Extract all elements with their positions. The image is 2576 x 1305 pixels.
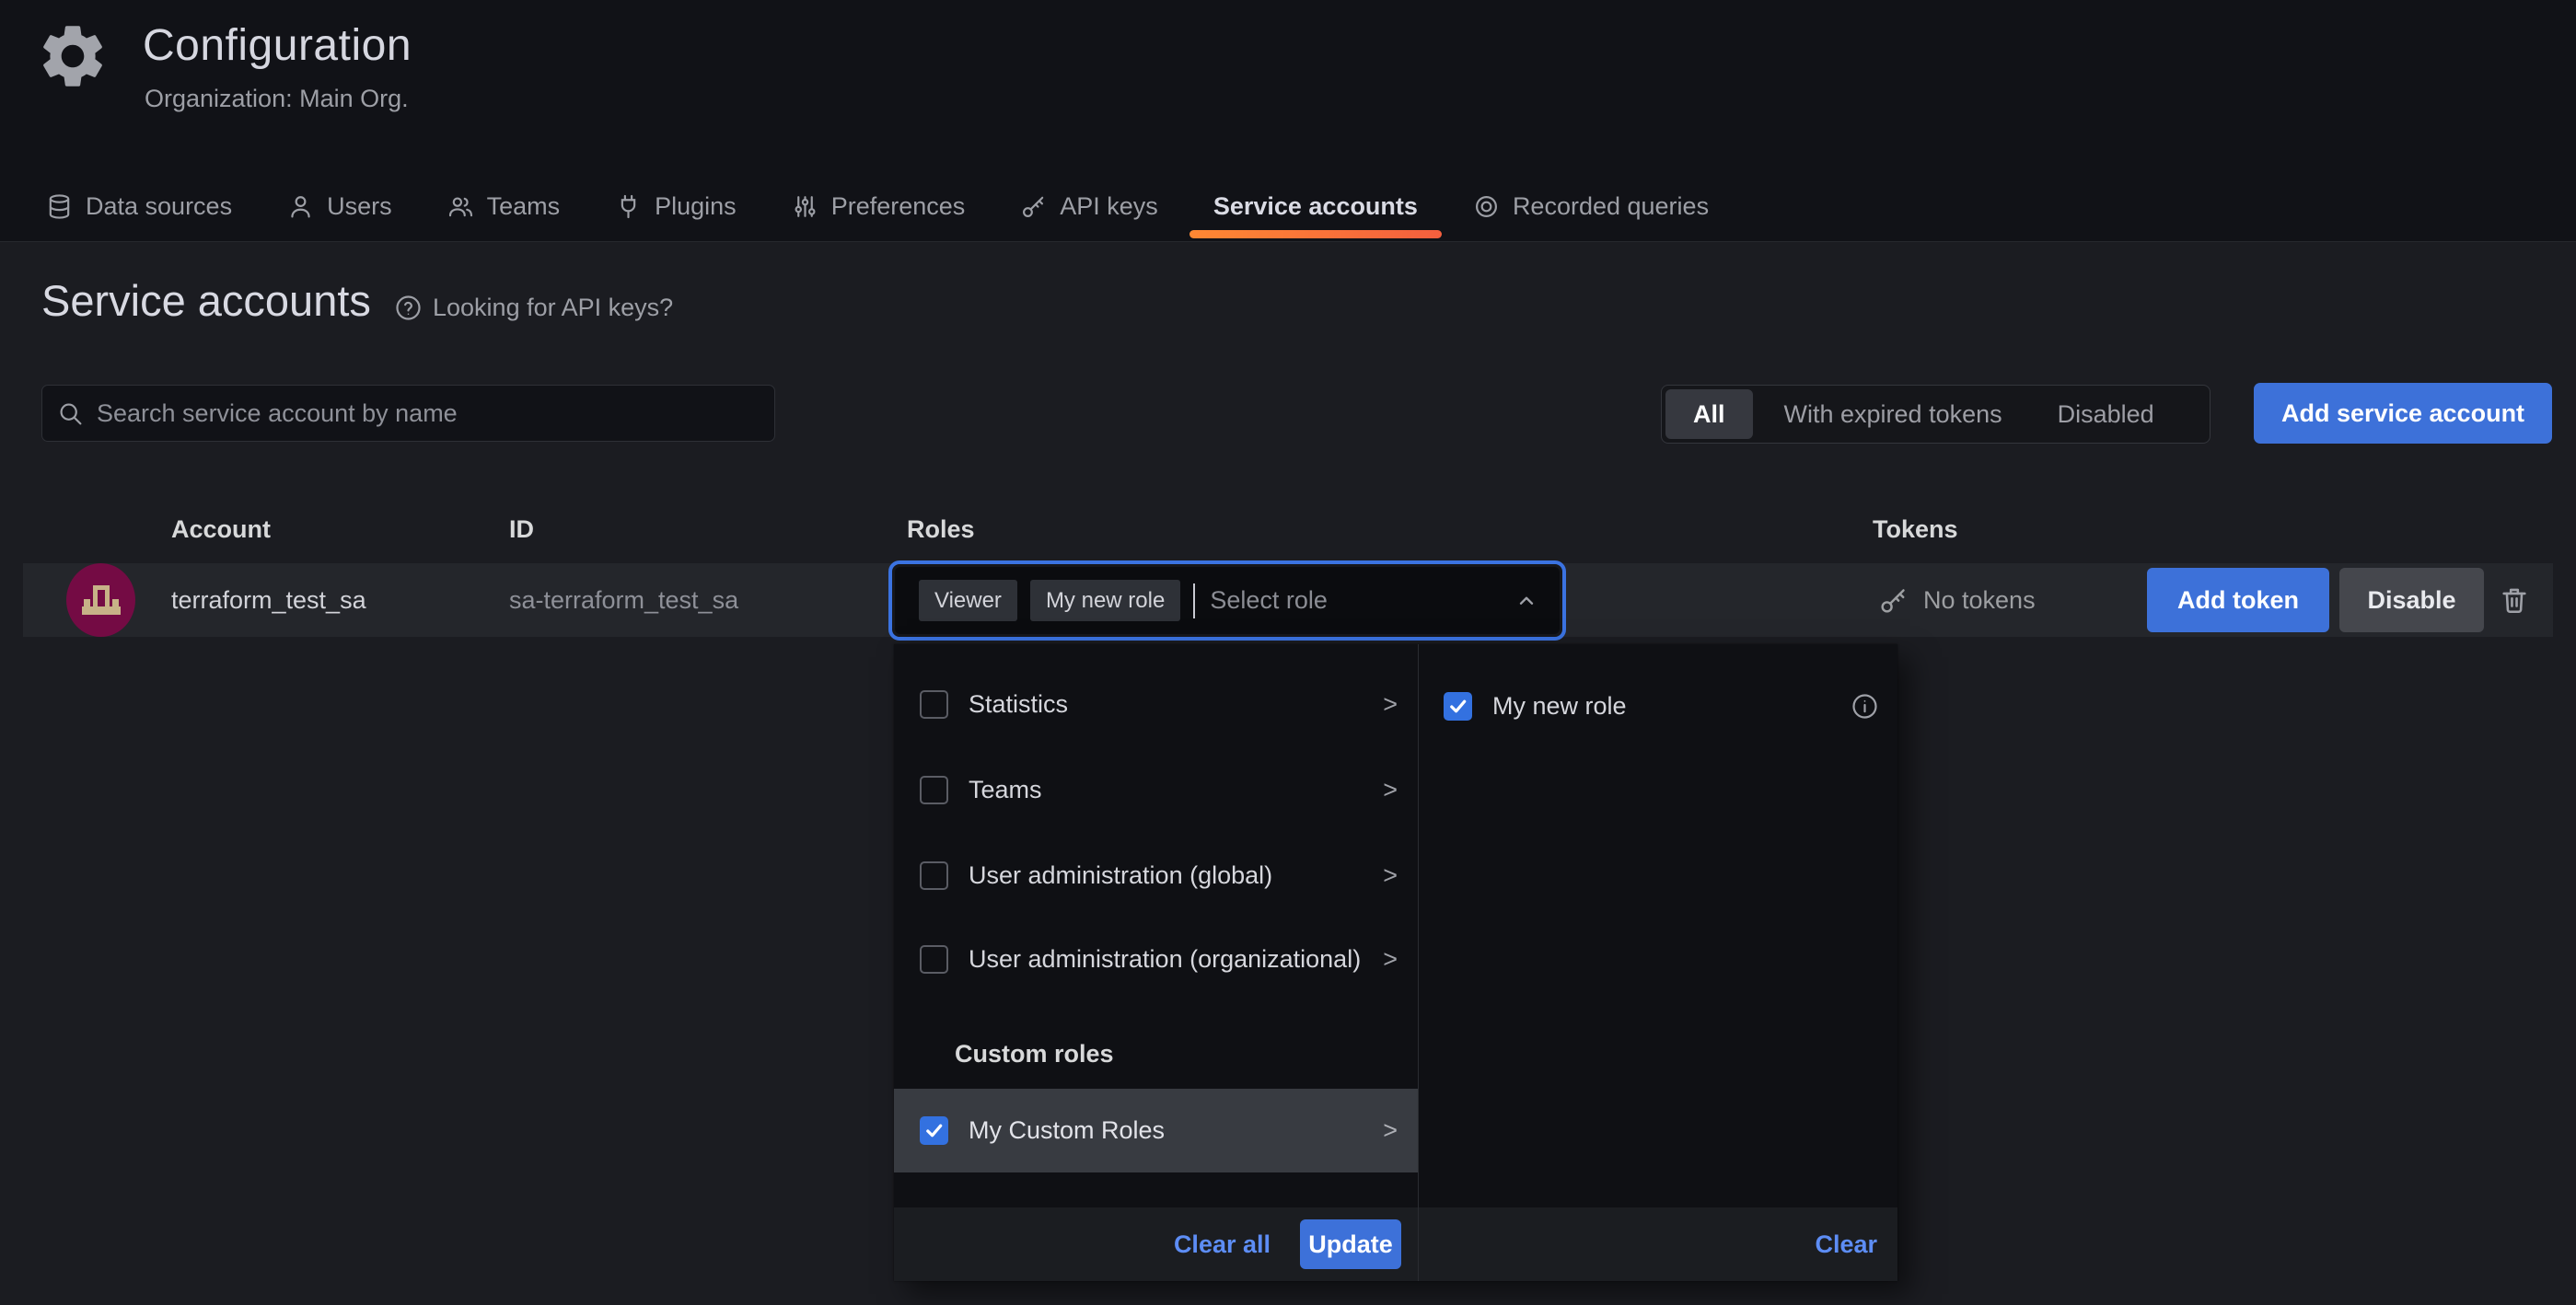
page-subtitle: Organization: Main Org. bbox=[145, 85, 409, 113]
content-area: Service accounts Looking for API keys? A… bbox=[0, 242, 2576, 1305]
chevron-up-icon[interactable] bbox=[1514, 589, 1538, 613]
checkbox-unchecked-icon[interactable] bbox=[920, 690, 948, 719]
menu-item-user-admin-global[interactable]: User administration (global) > bbox=[920, 854, 1398, 896]
tab-service-accounts[interactable]: Service accounts bbox=[1186, 171, 1445, 241]
role-picker-footer: Clear all Update bbox=[894, 1207, 1418, 1281]
grafana-configuration-screen: Configuration Organization: Main Org. Da… bbox=[0, 0, 2576, 1305]
tab-data-sources[interactable]: Data sources bbox=[18, 171, 260, 241]
tokens-status-label: No tokens bbox=[1923, 586, 2036, 615]
search-input[interactable] bbox=[97, 399, 760, 428]
key-icon bbox=[1878, 585, 1909, 616]
key-icon bbox=[1020, 193, 1047, 220]
checkbox-unchecked-icon[interactable] bbox=[920, 945, 948, 974]
role-submenu-pane: My new role Clear bbox=[1419, 644, 1897, 1281]
chevron-right-icon: > bbox=[1383, 776, 1398, 804]
app-header: Configuration Organization: Main Org. Da… bbox=[0, 0, 2576, 242]
tab-teams[interactable]: Teams bbox=[420, 171, 588, 241]
add-token-button[interactable]: Add token bbox=[2147, 568, 2329, 632]
api-keys-help-link[interactable]: Looking for API keys? bbox=[394, 294, 673, 322]
database-icon bbox=[46, 193, 73, 220]
status-filter-group: All With expired tokens Disabled bbox=[1661, 385, 2210, 444]
user-icon bbox=[287, 193, 314, 220]
role-picker-placeholder: Select role bbox=[1210, 586, 1328, 615]
filter-all[interactable]: All bbox=[1665, 389, 1753, 439]
tab-plugins[interactable]: Plugins bbox=[587, 171, 764, 241]
account-id: sa-terraform_test_sa bbox=[509, 563, 738, 637]
role-picker[interactable]: Viewer My new role Select role bbox=[888, 560, 1566, 641]
tab-api-keys[interactable]: API keys bbox=[992, 171, 1186, 241]
avatar bbox=[66, 563, 135, 637]
tab-preferences[interactable]: Preferences bbox=[764, 171, 993, 241]
menu-item-my-custom-roles[interactable]: My Custom Roles > bbox=[894, 1089, 1418, 1172]
menu-item-user-admin-org[interactable]: User administration (organizational) > bbox=[920, 938, 1398, 980]
search-icon bbox=[57, 400, 84, 427]
role-picker-input[interactable]: Viewer My new role Select role bbox=[895, 567, 1560, 634]
sliders-icon bbox=[792, 193, 818, 220]
checkbox-checked-icon[interactable] bbox=[920, 1116, 948, 1145]
gear-icon bbox=[35, 18, 110, 94]
search-box bbox=[41, 385, 775, 442]
text-caret bbox=[1193, 583, 1195, 618]
avatar-glyph-icon bbox=[80, 583, 122, 617]
chevron-right-icon: > bbox=[1383, 861, 1398, 890]
filter-disabled[interactable]: Disabled bbox=[2030, 386, 2182, 443]
section-heading: Service accounts bbox=[41, 275, 371, 326]
submenu-item-my-new-role[interactable]: My new role bbox=[1444, 685, 1879, 727]
update-button[interactable]: Update bbox=[1300, 1219, 1401, 1269]
service-account-row: terraform_test_sa sa-terraform_test_sa V… bbox=[23, 563, 2553, 637]
chevron-right-icon: > bbox=[1383, 945, 1398, 974]
role-picker-dropdown: Statistics > Teams > User administration… bbox=[894, 644, 1897, 1281]
submenu-footer: Clear bbox=[1419, 1207, 1897, 1281]
column-header-account: Account bbox=[171, 515, 271, 544]
clear-link[interactable]: Clear bbox=[1815, 1230, 1877, 1259]
menu-item-teams[interactable]: Teams > bbox=[920, 768, 1398, 811]
page-title: Configuration bbox=[143, 20, 412, 71]
role-chip-viewer[interactable]: Viewer bbox=[919, 580, 1017, 621]
tab-recorded-queries[interactable]: Recorded queries bbox=[1445, 171, 1736, 241]
checkbox-unchecked-icon[interactable] bbox=[920, 776, 948, 804]
info-circle-icon[interactable] bbox=[1851, 692, 1879, 721]
column-header-tokens: Tokens bbox=[1873, 515, 1958, 544]
role-chip-my-new-role[interactable]: My new role bbox=[1030, 580, 1180, 621]
custom-roles-section-header: Custom roles bbox=[955, 1040, 1114, 1068]
column-header-id: ID bbox=[509, 515, 534, 544]
record-icon bbox=[1473, 193, 1500, 220]
clear-all-link[interactable]: Clear all bbox=[1174, 1230, 1271, 1259]
disable-button[interactable]: Disable bbox=[2339, 568, 2484, 632]
tab-users[interactable]: Users bbox=[260, 171, 420, 241]
tokens-status: No tokens bbox=[1878, 563, 2036, 637]
role-groups-pane: Statistics > Teams > User administration… bbox=[894, 644, 1419, 1281]
menu-item-statistics[interactable]: Statistics > bbox=[920, 683, 1398, 725]
chevron-right-icon: > bbox=[1383, 690, 1398, 719]
question-circle-icon bbox=[394, 294, 423, 322]
account-name[interactable]: terraform_test_sa bbox=[171, 563, 366, 637]
plug-icon bbox=[615, 193, 642, 220]
users-icon bbox=[447, 193, 474, 220]
checkbox-checked-icon[interactable] bbox=[1444, 692, 1472, 721]
tab-bar: Data sources Users Teams Plugins Prefere… bbox=[18, 171, 1736, 241]
column-header-roles: Roles bbox=[907, 515, 975, 544]
add-service-account-button[interactable]: Add service account bbox=[2254, 383, 2552, 444]
checkbox-unchecked-icon[interactable] bbox=[920, 861, 948, 890]
filter-with-expired-tokens[interactable]: With expired tokens bbox=[1757, 386, 2030, 443]
chevron-right-icon: > bbox=[1383, 1116, 1398, 1145]
active-tab-underline bbox=[1189, 230, 1442, 238]
trash-icon[interactable] bbox=[2499, 584, 2530, 616]
